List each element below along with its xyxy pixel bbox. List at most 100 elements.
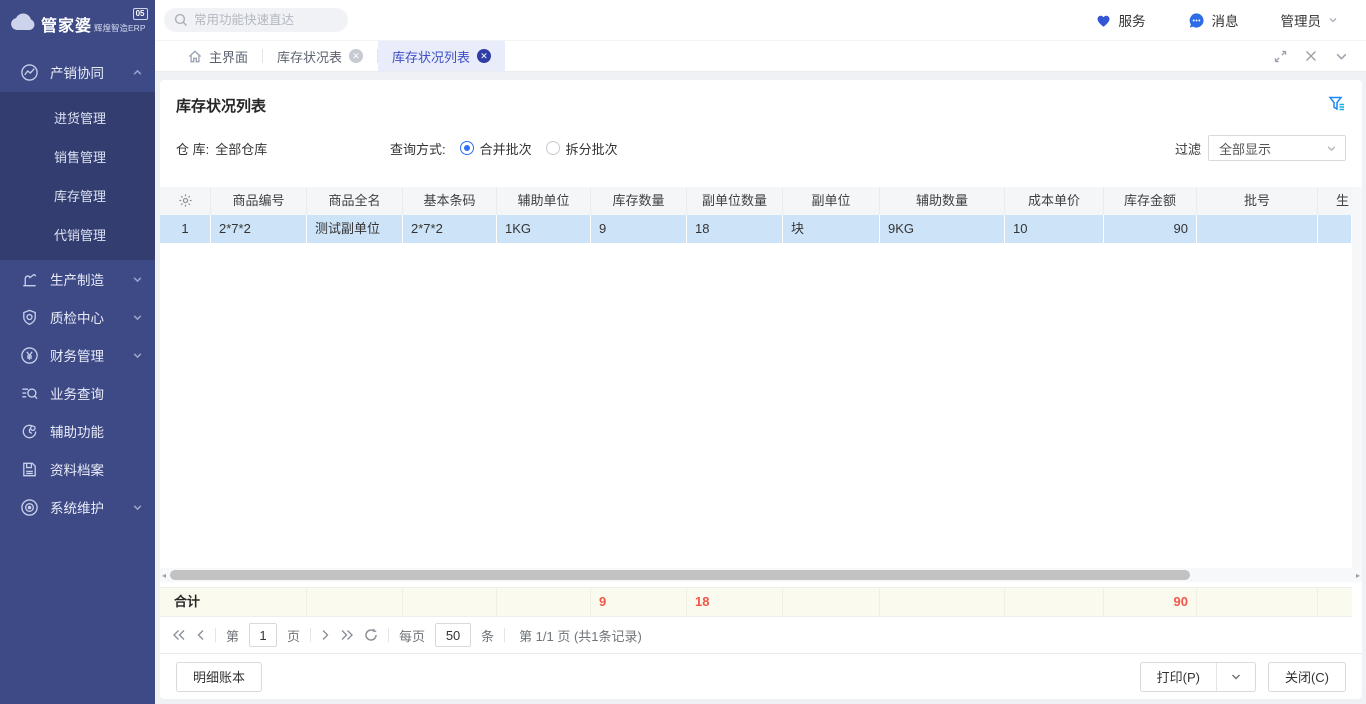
- tab-home[interactable]: 主界面: [155, 41, 262, 71]
- detail-ledger-button[interactable]: 明细账本: [176, 662, 262, 692]
- tab-inventory-status-report[interactable]: 库存状况表 ✕: [263, 41, 377, 71]
- chevron-down-icon: [132, 312, 143, 323]
- sidebar-item-quality-center[interactable]: 质检中心: [0, 298, 155, 336]
- factory-icon: [20, 270, 39, 289]
- sidebar: 管家婆辉煌智造ERP 05 产销协同 进货管理 销售管理 库存管理 代销管理 生…: [0, 0, 155, 704]
- sidebar-item-data-archives[interactable]: 资料档案: [0, 450, 155, 488]
- page-info: 第 1/1 页 (共1条记录): [519, 626, 642, 645]
- cloud-logo-icon: [10, 13, 36, 31]
- page-prefix: 第: [226, 626, 239, 645]
- last-page-icon[interactable]: [340, 629, 354, 641]
- cell-unit-cost: 10: [1005, 215, 1104, 243]
- heart-icon: [1095, 12, 1112, 28]
- table-row-selected[interactable]: 1 2*7*2 测试副单位 2*7*2 1KG 9 18 块 9KG 10 90: [160, 215, 1352, 243]
- per-page-suffix: 条: [481, 626, 494, 645]
- shield-check-icon: [20, 308, 39, 327]
- radio-merge-batches[interactable]: 合并批次: [460, 139, 532, 158]
- chevron-down-icon: [132, 502, 143, 513]
- radio-off-icon: [546, 141, 560, 155]
- sidebar-item-finance-mgmt[interactable]: 财务管理: [0, 336, 155, 374]
- quick-search[interactable]: [164, 8, 348, 32]
- service-menu[interactable]: 服务: [1095, 10, 1146, 30]
- summary-stock-amount: 90: [1104, 588, 1197, 616]
- scrollbar-thumb[interactable]: [170, 570, 1190, 580]
- sidebar-item-manufacturing[interactable]: 生产制造: [0, 260, 155, 298]
- pagination: 第 页 每页 条 第 1/1 页 (共1条记录): [160, 617, 1362, 653]
- sidebar-item-auxiliary[interactable]: 辅助功能: [0, 412, 155, 450]
- close-button[interactable]: 关闭(C): [1268, 662, 1346, 692]
- close-tab-icon[interactable]: ✕: [477, 49, 491, 63]
- column-header-clipped[interactable]: 生: [1318, 187, 1352, 215]
- row-index: 1: [160, 215, 211, 243]
- cell-aux-unit: 1KG: [497, 215, 591, 243]
- column-header[interactable]: 副单位: [783, 187, 880, 215]
- column-header[interactable]: 批号: [1197, 187, 1318, 215]
- sidebar-item-sales-mgmt[interactable]: 销售管理: [0, 137, 155, 176]
- sidebar-item-purchase-mgmt[interactable]: 进货管理: [0, 98, 155, 137]
- column-header[interactable]: 辅助单位: [497, 187, 591, 215]
- user-name: 管理员: [1281, 10, 1322, 30]
- sidebar-item-system-maintenance[interactable]: 系统维护: [0, 488, 155, 526]
- print-button[interactable]: 打印(P): [1141, 663, 1216, 691]
- summary-label: 合计: [160, 588, 307, 616]
- version-badge: 05: [133, 8, 148, 20]
- sidebar-item-business-query[interactable]: 业务查询: [0, 374, 155, 412]
- sidebar-item-inventory-mgmt[interactable]: 库存管理: [0, 176, 155, 215]
- warehouse-label: 仓 库:: [176, 139, 209, 158]
- search-input[interactable]: [194, 13, 334, 27]
- first-page-icon[interactable]: [172, 629, 186, 641]
- expand-icon[interactable]: [1274, 50, 1287, 63]
- scroll-right-arrow-icon[interactable]: ▸: [1356, 571, 1360, 580]
- horizontal-scrollbar[interactable]: ◂ ▸: [160, 568, 1362, 582]
- column-header[interactable]: 商品编号: [211, 187, 307, 215]
- column-header[interactable]: 库存数量: [591, 187, 687, 215]
- scroll-left-arrow-icon[interactable]: ◂: [162, 571, 166, 580]
- column-settings-gear-icon[interactable]: [160, 187, 211, 215]
- content-area: 库存状况列表 仓 库: 全部仓库 查询方式: 合并批次 拆分批次: [155, 73, 1366, 704]
- vertical-scrollbar[interactable]: [1352, 187, 1362, 568]
- column-header[interactable]: 辅助数量: [880, 187, 1005, 215]
- filter-select[interactable]: 全部显示: [1208, 135, 1346, 161]
- app-logo: 管家婆辉煌智造ERP 05: [0, 0, 155, 44]
- filter-label: 过滤: [1175, 139, 1201, 158]
- chevron-down-icon[interactable]: [1335, 50, 1348, 63]
- page-number-input[interactable]: [249, 623, 277, 647]
- table-header-row: 商品编号 商品全名 基本条码 辅助单位 库存数量 副单位数量 副单位 辅助数量 …: [160, 187, 1352, 215]
- chart-line-icon: [20, 63, 39, 82]
- assist-icon: [20, 422, 39, 441]
- column-header[interactable]: 副单位数量: [687, 187, 783, 215]
- message-icon: [1188, 12, 1205, 29]
- refresh-icon[interactable]: [364, 628, 378, 642]
- filter-funnel-icon[interactable]: [1328, 95, 1346, 113]
- warehouse-value[interactable]: 全部仓库: [215, 139, 267, 158]
- tabbar: 主界面 库存状况表 ✕ 库存状况列表 ✕: [155, 40, 1366, 72]
- print-dropdown-button[interactable]: [1216, 663, 1255, 691]
- sidebar-item-consignment-mgmt[interactable]: 代销管理: [0, 215, 155, 254]
- column-header[interactable]: 成本单价: [1005, 187, 1104, 215]
- cell-prod-date: [1318, 215, 1352, 243]
- chevron-down-icon: [1328, 15, 1338, 25]
- summary-row: 合计 9 18 90: [160, 587, 1352, 617]
- per-page-prefix: 每页: [399, 626, 425, 645]
- print-split-button: 打印(P): [1140, 662, 1256, 692]
- prev-page-icon[interactable]: [196, 629, 205, 641]
- cell-product-name: 测试副单位: [307, 215, 403, 243]
- sidebar-menu: 产销协同 进货管理 销售管理 库存管理 代销管理 生产制造 质检中心: [0, 52, 155, 526]
- user-menu[interactable]: 管理员: [1281, 10, 1339, 30]
- column-header[interactable]: 基本条码: [403, 187, 497, 215]
- messages-menu[interactable]: 消息: [1188, 10, 1239, 30]
- sidebar-item-production-sales[interactable]: 产销协同: [0, 52, 155, 92]
- column-header[interactable]: 商品全名: [307, 187, 403, 215]
- cell-stock-qty: 9: [591, 215, 687, 243]
- summary-sub-unit-qty: 18: [687, 588, 783, 616]
- per-page-input[interactable]: [435, 623, 471, 647]
- tab-inventory-status-list[interactable]: 库存状况列表 ✕: [378, 41, 505, 71]
- column-header[interactable]: 库存金额: [1104, 187, 1197, 215]
- cell-batch-no: [1197, 215, 1318, 243]
- chevron-down-icon: [132, 274, 143, 285]
- radio-split-batches[interactable]: 拆分批次: [546, 139, 618, 158]
- close-tab-icon[interactable]: ✕: [349, 49, 363, 63]
- close-icon[interactable]: [1305, 50, 1317, 62]
- chevron-down-icon: [132, 350, 143, 361]
- next-page-icon[interactable]: [321, 629, 330, 641]
